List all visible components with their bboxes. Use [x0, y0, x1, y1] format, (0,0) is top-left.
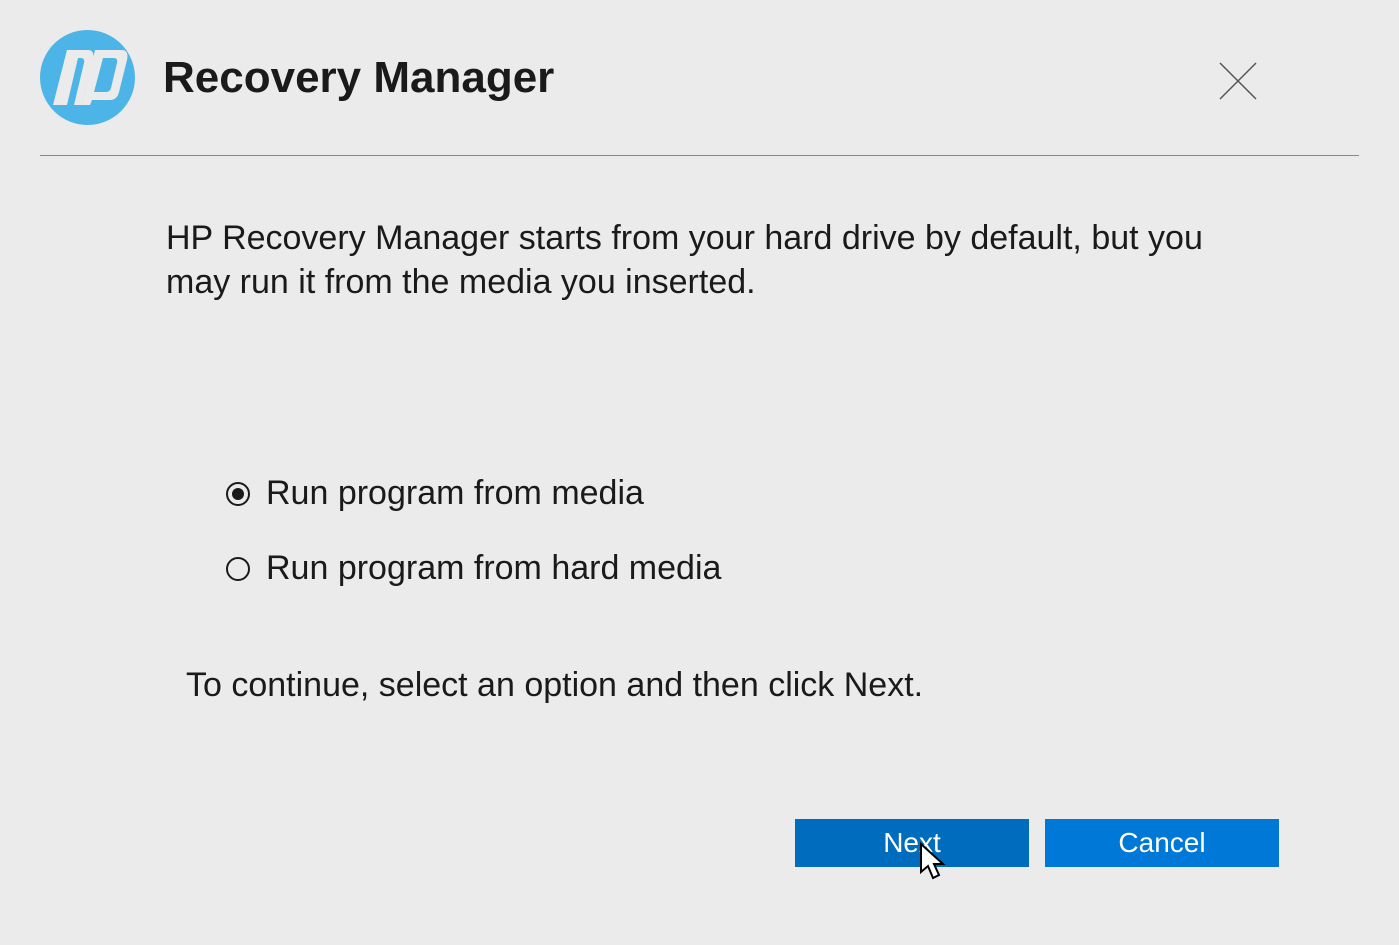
dialog-footer: Next Cancel: [795, 819, 1279, 867]
cancel-button[interactable]: Cancel: [1045, 819, 1279, 867]
description-text: HP Recovery Manager starts from your har…: [166, 216, 1229, 304]
radio-option-hard-media[interactable]: Run program from hard media: [226, 549, 1229, 588]
radio-icon: [226, 557, 250, 581]
radio-group: Run program from media Run program from …: [226, 474, 1229, 588]
close-button[interactable]: [1217, 60, 1259, 102]
dialog-title: Recovery Manager: [163, 53, 554, 103]
close-icon: [1217, 60, 1259, 102]
radio-icon: [226, 482, 250, 506]
instruction-text: To continue, select an option and then c…: [186, 666, 1229, 705]
radio-label: Run program from hard media: [266, 549, 721, 588]
next-button[interactable]: Next: [795, 819, 1029, 867]
dialog-header: Recovery Manager: [0, 0, 1399, 155]
dialog-content: HP Recovery Manager starts from your har…: [0, 156, 1399, 705]
hp-logo-icon: [40, 30, 135, 125]
radio-label: Run program from media: [266, 474, 644, 513]
radio-option-media[interactable]: Run program from media: [226, 474, 1229, 513]
